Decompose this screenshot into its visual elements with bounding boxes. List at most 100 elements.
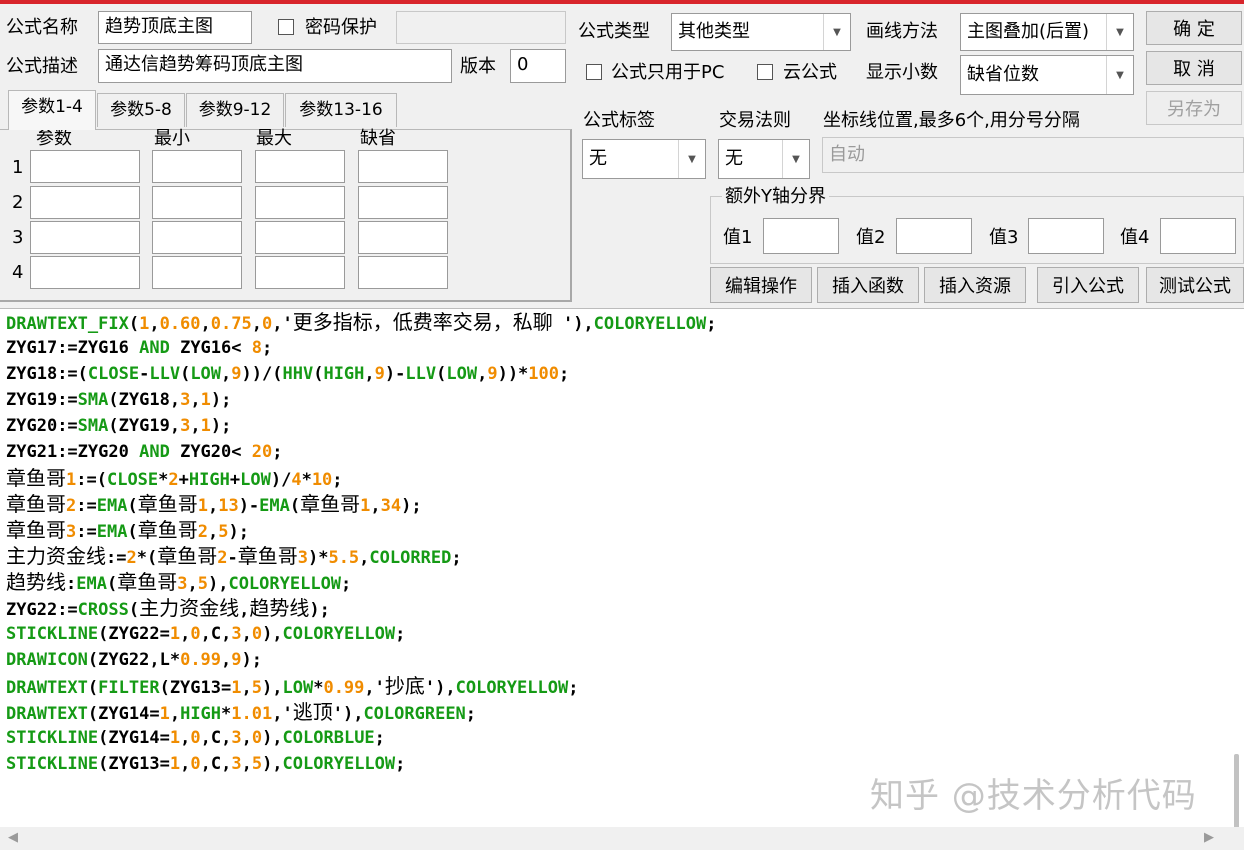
code-line[interactable]: ZYG21:=ZYG20 AND ZYG20< 20; <box>6 439 282 465</box>
insert-function-button[interactable]: 插入函数 <box>817 267 919 303</box>
ok-button[interactable]: 确 定 <box>1146 11 1242 45</box>
code-editor[interactable]: DRAWTEXT_FIX(1,0.60,0.75,0,'更多指标，低费率交易，私… <box>0 308 1244 828</box>
watermark-text: 知乎 @技术分析代码 <box>870 776 1197 816</box>
cloud-formula-checkbox[interactable] <box>757 64 773 80</box>
code-line[interactable]: DRAWTEXT_FIX(1,0.60,0.75,0,'更多指标，低费率交易，私… <box>6 309 717 337</box>
scroll-left-icon[interactable]: ◀ <box>8 830 18 845</box>
import-formula-button[interactable]: 引入公式 <box>1037 267 1139 303</box>
code-line[interactable]: 趋势线:EMA(章鱼哥3,5),COLORYELLOW; <box>6 569 351 597</box>
save-as-button[interactable]: 另存为 <box>1146 91 1242 125</box>
axis-lines-label: 坐标线位置,最多6个,用分号分隔 <box>823 110 1080 131</box>
param-header-max: 最大 <box>256 128 292 149</box>
pc-only-label: 公式只用于PC <box>611 62 725 83</box>
extra-y-axis-title: 额外Y轴分界 <box>722 186 829 208</box>
y-value-1-input[interactable] <box>763 218 839 254</box>
code-line[interactable]: DRAWTEXT(FILTER(ZYG13=1,5),LOW*0.99,'抄底'… <box>6 673 578 701</box>
draw-method-value: 主图叠加(后置) <box>967 21 1090 42</box>
chevron-down-icon[interactable]: ▼ <box>782 140 809 178</box>
y-value-3-input[interactable] <box>1028 218 1104 254</box>
param-max-input-4[interactable] <box>255 256 345 289</box>
title-bar-strip <box>0 0 1244 4</box>
y-value-4-label: 值4 <box>1120 227 1150 248</box>
tab-params-1-4[interactable]: 参数1-4 <box>8 90 96 130</box>
password-checkbox[interactable] <box>278 19 294 35</box>
formula-name-input[interactable]: 趋势顶底主图 <box>98 11 252 44</box>
code-line[interactable]: 主力资金线:=2*(章鱼哥2-章鱼哥3)*5.5,COLORRED; <box>6 543 462 571</box>
formula-tag-value: 无 <box>589 148 607 169</box>
chevron-down-icon[interactable]: ▼ <box>1106 56 1133 94</box>
param-default-input-4[interactable] <box>358 256 448 289</box>
code-line[interactable]: ZYG17:=ZYG16 AND ZYG16< 8; <box>6 335 272 361</box>
code-line[interactable]: STICKLINE(ZYG14=1,0,C,3,0),COLORBLUE; <box>6 725 385 751</box>
version-label: 版本 <box>460 56 496 77</box>
param-header-default: 缺省 <box>360 128 396 149</box>
param-min-input-1[interactable] <box>152 150 242 183</box>
y-value-3-label: 值3 <box>989 227 1019 248</box>
decimals-value: 缺省位数 <box>967 64 1039 85</box>
code-line[interactable]: DRAWICON(ZYG22,L*0.99,9); <box>6 647 262 673</box>
code-line[interactable]: STICKLINE(ZYG22=1,0,C,3,0),COLORYELLOW; <box>6 621 405 647</box>
param-name-input-2[interactable] <box>30 186 140 219</box>
param-name-input-4[interactable] <box>30 256 140 289</box>
decimals-label: 显示小数 <box>866 62 938 83</box>
cancel-button[interactable]: 取 消 <box>1146 51 1242 85</box>
param-min-input-3[interactable] <box>152 221 242 254</box>
param-max-input-3[interactable] <box>255 221 345 254</box>
param-min-input-4[interactable] <box>152 256 242 289</box>
formula-name-label: 公式名称 <box>6 17 78 38</box>
formula-type-select[interactable]: 其他类型 ▼ <box>671 13 851 51</box>
test-formula-button[interactable]: 测试公式 <box>1146 267 1244 303</box>
code-line[interactable]: 章鱼哥1:=(CLOSE*2+HIGH+LOW)/4*10; <box>6 465 343 493</box>
horizontal-scrollbar[interactable]: ◀ ▶ <box>0 827 1244 850</box>
code-line[interactable]: STICKLINE(ZYG13=1,0,C,3,5),COLORYELLOW; <box>6 751 405 777</box>
formula-desc-input[interactable]: 通达信趋势筹码顶底主图 <box>98 49 452 83</box>
chevron-down-icon[interactable]: ▼ <box>823 14 850 50</box>
axis-lines-input[interactable]: 自动 <box>822 137 1244 173</box>
decimals-select[interactable]: 缺省位数 ▼ <box>960 55 1134 95</box>
code-line[interactable]: 章鱼哥2:=EMA(章鱼哥1,13)-EMA(章鱼哥1,34); <box>6 491 422 519</box>
param-name-input-1[interactable] <box>30 150 140 183</box>
formula-tag-label: 公式标签 <box>583 110 655 131</box>
param-name-input-3[interactable] <box>30 221 140 254</box>
vertical-scrollbar-thumb[interactable] <box>1234 754 1239 828</box>
param-header-min: 最小 <box>154 128 190 149</box>
y-value-2-input[interactable] <box>896 218 972 254</box>
pc-only-checkbox[interactable] <box>586 64 602 80</box>
draw-method-select[interactable]: 主图叠加(后置) ▼ <box>960 13 1134 51</box>
y-value-2-label: 值2 <box>856 227 886 248</box>
formula-tag-select[interactable]: 无 ▼ <box>582 139 706 179</box>
param-default-input-3[interactable] <box>358 221 448 254</box>
param-header-name: 参数 <box>36 128 72 149</box>
param-row-number: 4 <box>12 262 24 283</box>
code-line[interactable]: 章鱼哥3:=EMA(章鱼哥2,5); <box>6 517 249 545</box>
edit-operation-button[interactable]: 编辑操作 <box>710 267 812 303</box>
param-row-number: 3 <box>12 227 24 248</box>
formula-type-value: 其他类型 <box>678 21 750 42</box>
formula-type-label: 公式类型 <box>578 21 650 42</box>
code-line[interactable]: ZYG19:=SMA(ZYG18,3,1); <box>6 387 231 413</box>
param-max-input-1[interactable] <box>255 150 345 183</box>
param-min-input-2[interactable] <box>152 186 242 219</box>
param-row-number: 2 <box>12 192 24 213</box>
code-line[interactable]: ZYG20:=SMA(ZYG19,3,1); <box>6 413 231 439</box>
password-label: 密码保护 <box>305 17 377 38</box>
trade-rule-select[interactable]: 无 ▼ <box>718 139 810 179</box>
param-max-input-2[interactable] <box>255 186 345 219</box>
tab-params-9-12[interactable]: 参数9-12 <box>186 93 284 127</box>
tab-params-5-8[interactable]: 参数5-8 <box>97 93 185 127</box>
chevron-down-icon[interactable]: ▼ <box>1106 14 1133 50</box>
param-default-input-2[interactable] <box>358 186 448 219</box>
insert-resource-button[interactable]: 插入资源 <box>924 267 1026 303</box>
param-default-input-1[interactable] <box>358 150 448 183</box>
y-value-4-input[interactable] <box>1160 218 1236 254</box>
code-line[interactable]: ZYG18:=(CLOSE-LLV(LOW,9))/(HHV(HIGH,9)-L… <box>6 361 569 387</box>
scroll-right-icon[interactable]: ▶ <box>1204 830 1214 845</box>
code-line[interactable]: ZYG22:=CROSS(主力资金线,趋势线); <box>6 595 330 623</box>
code-line[interactable]: DRAWTEXT(ZYG14=1,HIGH*1.01,'逃顶'),COLORGR… <box>6 699 476 727</box>
cloud-formula-label: 云公式 <box>783 62 837 83</box>
version-input[interactable]: 0 <box>510 49 566 83</box>
trade-rule-value: 无 <box>725 148 743 169</box>
y-value-1-label: 值1 <box>723 227 753 248</box>
chevron-down-icon[interactable]: ▼ <box>678 140 705 178</box>
tab-params-13-16[interactable]: 参数13-16 <box>285 93 397 127</box>
